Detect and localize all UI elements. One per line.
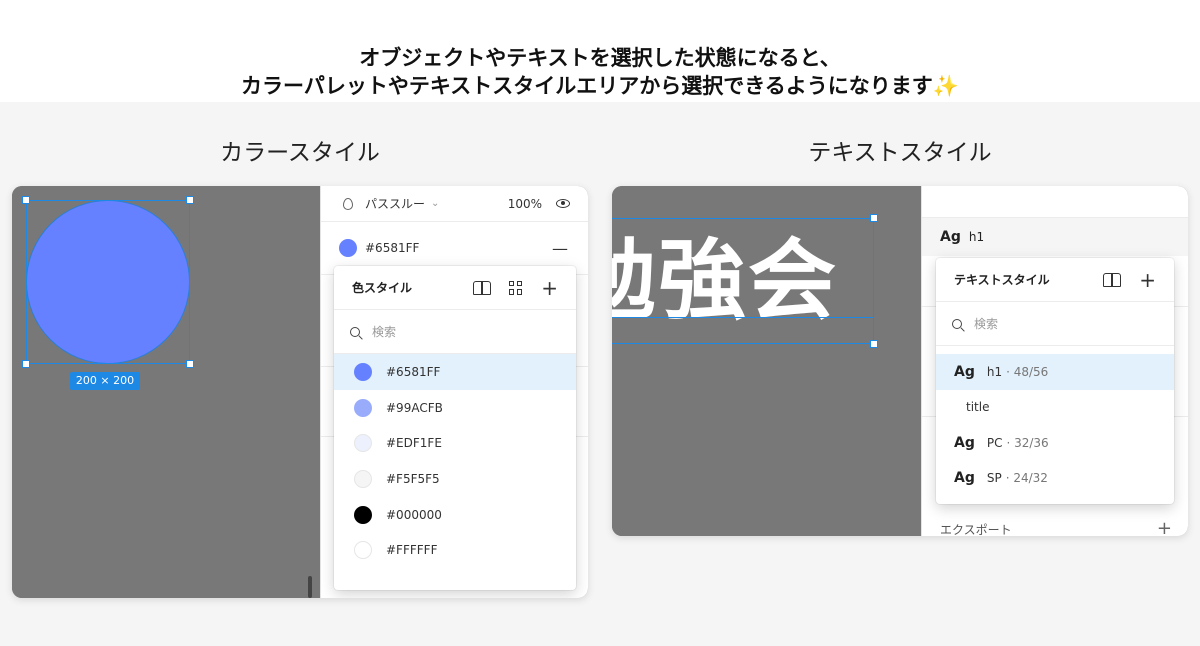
export-row[interactable]: エクスポート + xyxy=(922,520,1188,537)
text-style-meta: · 24/32 xyxy=(1005,471,1048,486)
search-icon xyxy=(952,318,962,329)
resize-handle-top-left[interactable] xyxy=(22,196,30,204)
grid-view-icon[interactable] xyxy=(509,280,523,295)
text-style-preview: Ag xyxy=(954,363,975,380)
add-export-icon[interactable]: + xyxy=(1157,520,1172,537)
layer-row: パススルー ⌄ 100% xyxy=(321,186,588,222)
color-style-item[interactable]: #F5F5F5 xyxy=(334,461,576,497)
headline-line-2: カラーパレットやテキストスタイルエリアから選択できるようになります✨ xyxy=(0,72,1200,100)
scrollbar[interactable] xyxy=(308,576,312,598)
color-style-section-title: カラースタイル xyxy=(220,140,380,166)
color-style-item[interactable]: #000000 xyxy=(334,497,576,533)
color-swatch xyxy=(354,541,372,560)
text-style-item[interactable]: Ag PC · 32/36 xyxy=(936,425,1174,461)
add-style-icon[interactable]: + xyxy=(1139,270,1156,290)
headline-line-1: オブジェクトやテキストを選択した状態になると、 xyxy=(359,46,841,70)
layer-row xyxy=(922,186,1188,218)
text-style-preview: Ag xyxy=(954,470,975,487)
color-style-item[interactable]: #FFFFFF xyxy=(334,532,576,568)
headline: オブジェクトやテキストを選択した状態になると、 カラーパレットやテキストスタイル… xyxy=(0,44,1200,100)
color-style-screenshot: 200 × 200 パススルー ⌄ 100% #6581FF — 色スタイル + xyxy=(12,186,588,598)
library-icon[interactable] xyxy=(473,281,492,295)
color-style-label: #FFFFFF xyxy=(386,543,438,558)
search-input[interactable]: 検索 xyxy=(936,302,1174,346)
text-style-screenshot: 勉強会 Ag h1 エクスポート + テキストスタイル + 検索 Ag h1 ·… xyxy=(612,186,1188,536)
popover-title: テキストスタイル xyxy=(954,273,1050,287)
popover-title: 色スタイル xyxy=(352,281,413,295)
canvas[interactable]: 勉強会 xyxy=(612,186,921,536)
text-style-popover: テキストスタイル + 検索 Ag h1 · 48/56 title Ag PC · 32… xyxy=(936,258,1174,504)
resize-handle-bottom-right[interactable] xyxy=(870,340,878,348)
text-style-preview: Ag xyxy=(954,434,975,451)
color-style-label: #EDF1FE xyxy=(386,436,442,451)
sparkle-icon: ✨ xyxy=(932,74,959,98)
remove-fill-icon[interactable]: — xyxy=(552,239,568,258)
canvas[interactable]: 200 × 200 xyxy=(12,186,320,598)
fill-hex[interactable]: #6581FF xyxy=(365,241,419,255)
selection-box xyxy=(26,200,190,364)
search-placeholder: 検索 xyxy=(372,325,397,339)
color-swatch xyxy=(354,434,372,453)
color-style-label: #99ACFB xyxy=(386,400,443,415)
text-style-item[interactable]: title xyxy=(936,390,1174,426)
resize-handle-top-right[interactable] xyxy=(870,214,878,222)
blend-mode-dropdown[interactable]: パススルー xyxy=(365,195,425,212)
text-style-name: h1 xyxy=(986,364,1003,379)
current-text-style-name: h1 xyxy=(968,230,985,244)
chevron-down-icon[interactable]: ⌄ xyxy=(431,198,439,209)
resize-handle-bottom-right[interactable] xyxy=(186,360,194,368)
text-style-meta: · 32/36 xyxy=(1006,435,1049,450)
text-style-section-title: テキストスタイル xyxy=(808,140,992,166)
popover-header: 色スタイル + xyxy=(334,266,576,310)
fill-row[interactable]: #6581FF — xyxy=(321,230,588,266)
color-style-label: #000000 xyxy=(386,507,442,522)
fill-swatch[interactable] xyxy=(339,239,357,257)
color-style-item[interactable]: #6581FF xyxy=(334,354,576,390)
text-style-item[interactable]: Ag SP · 24/32 xyxy=(936,461,1174,497)
headline-line-2-text: カラーパレットやテキストスタイルエリアから選択できるようになります xyxy=(241,74,933,98)
color-swatch xyxy=(354,362,372,381)
color-swatch xyxy=(354,505,372,524)
text-style-list: Ag h1 · 48/56 title Ag PC · 32/36 Ag SP · 24/3… xyxy=(936,354,1174,496)
popover-header: テキストスタイル + xyxy=(936,258,1174,302)
current-text-style-row[interactable]: Ag h1 xyxy=(922,218,1188,256)
eye-icon[interactable] xyxy=(556,199,570,208)
color-style-item[interactable]: #99ACFB xyxy=(334,390,576,426)
color-style-label: #F5F5F5 xyxy=(386,471,440,486)
color-swatch xyxy=(354,469,372,488)
color-swatch xyxy=(354,398,372,417)
text-style-name: SP xyxy=(986,471,1002,486)
search-placeholder: 検索 xyxy=(974,317,999,331)
text-selection-box xyxy=(612,218,874,344)
library-icon[interactable] xyxy=(1103,273,1122,287)
text-style-name: title xyxy=(966,400,990,415)
resize-handle-bottom-left[interactable] xyxy=(22,360,30,368)
export-label: エクスポート xyxy=(940,522,1012,537)
text-style-item[interactable]: Ag h1 · 48/56 xyxy=(936,354,1174,390)
text-style-meta: · 48/56 xyxy=(1006,364,1049,379)
opacity-value[interactable]: 100% xyxy=(508,197,542,211)
size-badge: 200 × 200 xyxy=(70,372,140,390)
text-style-name: PC xyxy=(986,435,1003,450)
color-style-list: #6581FF #99ACFB #EDF1FE #F5F5F5 #000000 … xyxy=(334,354,576,568)
blend-mode-icon xyxy=(343,197,353,210)
color-style-popover: 色スタイル + 検索 #6581FF #99ACFB #EDF1FE #F5F5… xyxy=(334,266,576,590)
search-input[interactable]: 検索 xyxy=(334,310,576,354)
resize-handle-top-right[interactable] xyxy=(186,196,194,204)
text-style-preview: Ag xyxy=(940,229,961,245)
color-style-item[interactable]: #EDF1FE xyxy=(334,425,576,461)
add-style-icon[interactable]: + xyxy=(541,278,558,298)
search-icon xyxy=(350,326,360,337)
color-style-label: #6581FF xyxy=(386,364,441,379)
